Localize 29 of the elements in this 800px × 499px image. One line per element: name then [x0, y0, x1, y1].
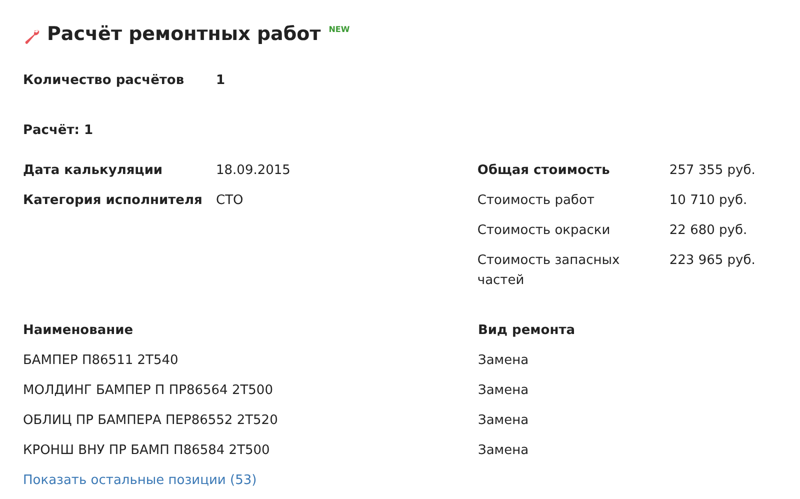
cost-value: 10 710 руб.	[669, 192, 748, 210]
page-title: Расчёт ремонтных работ	[47, 23, 321, 45]
field-label: Количество расчётов	[23, 72, 186, 90]
table-cell-text: МОЛДИНГ БАМПЕР П ПР86564 2Т500	[23, 382, 274, 400]
new-label: NEW	[328, 25, 350, 34]
table-cell-text: БАМПЕР П86511 2Т540	[23, 352, 180, 370]
field-label: Категория исполнителя	[23, 192, 204, 210]
field-value: СТО	[216, 192, 244, 210]
table-cell-text: Замена	[478, 382, 530, 400]
cost-value: 223 965 руб.	[669, 252, 756, 270]
section-title: Расчёт: 1	[23, 122, 94, 140]
cost-value: 257 355 руб.	[669, 162, 756, 180]
cost-label: Стоимость запасных частей	[477, 252, 621, 290]
field-value: 18.09.2015	[216, 162, 290, 180]
cost-label: Стоимость окраски	[477, 222, 612, 240]
table-cell-text: Замена	[478, 412, 530, 430]
table-cell-text: ОБЛИЦ ПР БАМПЕРА ПЕР86552 2Т520	[23, 412, 279, 430]
field-label: Дата калькуляции	[23, 162, 164, 180]
cost-value: 22 680 руб.	[669, 222, 748, 240]
column-header: Вид ремонта	[478, 322, 576, 340]
field-value: 1	[216, 72, 226, 90]
table-cell-text: Замена	[478, 442, 530, 460]
table-cell-text: Замена	[478, 352, 530, 370]
column-header: Наименование	[23, 322, 134, 340]
wrench-icon	[23, 28, 41, 46]
table-cell-text: КРОНШ ВНУ ПР БАМП П86584 2Т500	[23, 442, 271, 460]
show-more-link[interactable]: Показать остальные позиции (53)	[23, 471, 257, 491]
cost-label: Общая стоимость	[477, 162, 611, 180]
cost-label: Стоимость работ	[477, 192, 596, 210]
